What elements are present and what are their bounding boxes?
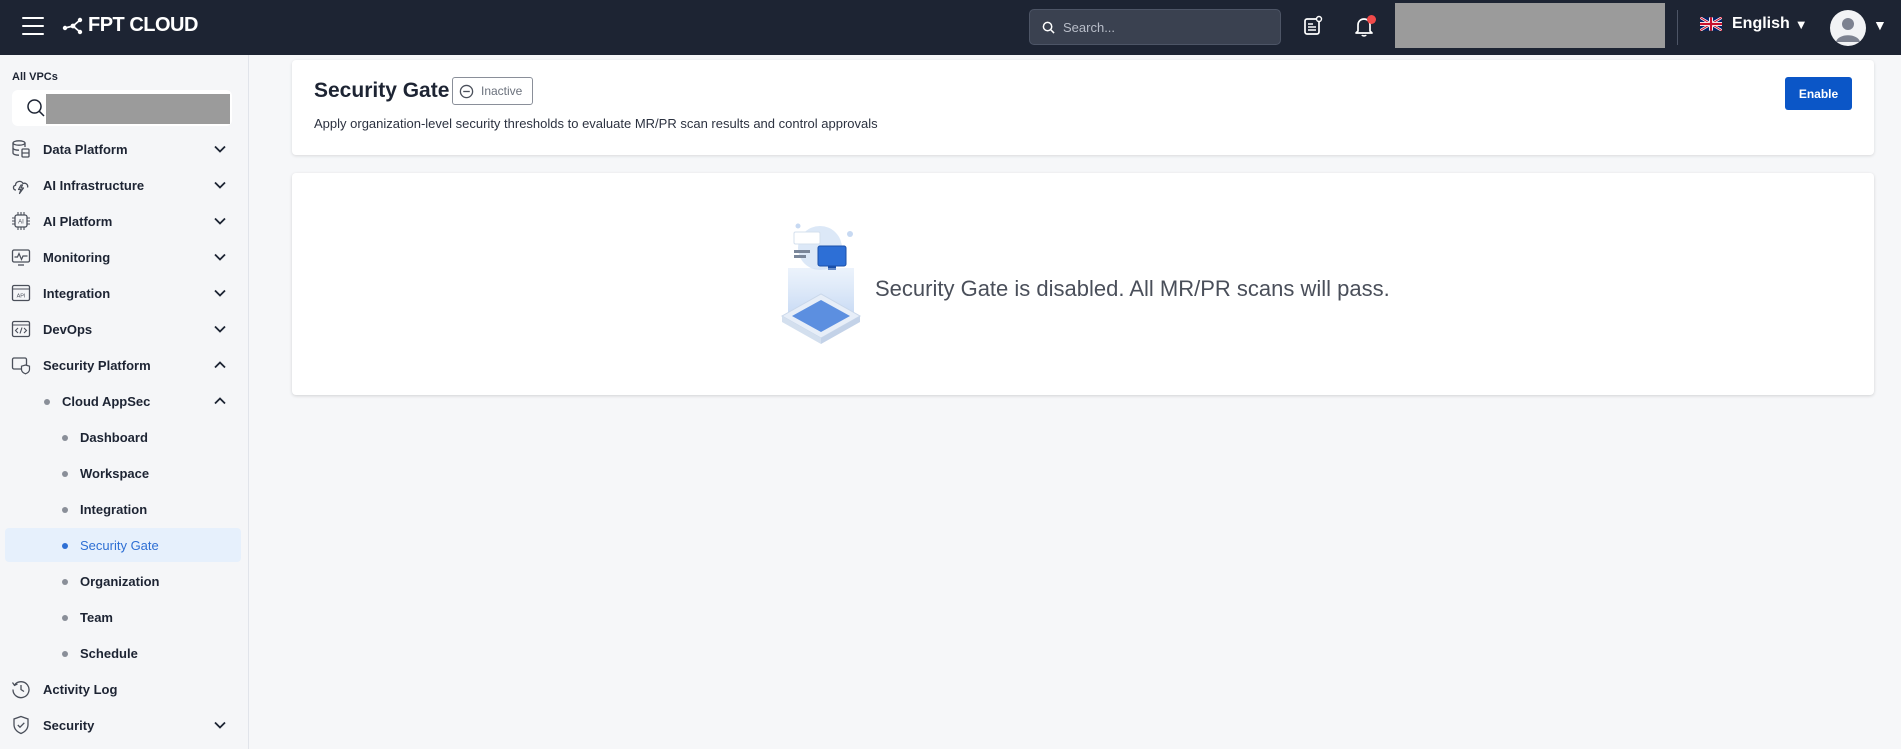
sidebar-item-label: Cloud AppSec bbox=[62, 393, 151, 409]
sidebar-item-label: DevOps bbox=[43, 321, 93, 337]
sidebar-subitem-organization[interactable]: Organization bbox=[5, 564, 241, 598]
sidebar-item-security-platform[interactable]: Security Platform bbox=[5, 348, 241, 382]
clock-icon bbox=[12, 681, 30, 699]
sidebar-item-cloud-appsec[interactable]: Cloud AppSec bbox=[5, 384, 241, 418]
logo-mark-icon bbox=[62, 17, 83, 34]
sidebar-item-label: Workspace bbox=[80, 465, 150, 481]
sidebar-item-ai-infrastructure[interactable]: AI Infrastructure bbox=[5, 168, 241, 202]
chevron-down-icon bbox=[214, 721, 226, 729]
database-icon bbox=[12, 140, 30, 158]
chevron-down-icon bbox=[214, 325, 226, 333]
sidebar-item-integration[interactable]: API Integration bbox=[5, 276, 241, 310]
sidebar-item-security[interactable]: Security bbox=[5, 708, 241, 742]
sidebar-item-label: AI Infrastructure bbox=[43, 177, 145, 193]
status-badge-label: Inactive bbox=[481, 84, 523, 98]
caret-down-icon: ▼ bbox=[1794, 16, 1808, 32]
news-icon[interactable] bbox=[1301, 14, 1327, 40]
disabled-gate-illustration bbox=[780, 223, 862, 344]
search-icon bbox=[27, 99, 45, 117]
bullet-dot bbox=[44, 399, 50, 405]
avatar-caret-down-icon[interactable]: ▼ bbox=[1873, 17, 1887, 33]
page-title: Security Gate bbox=[314, 79, 450, 102]
status-badge: Inactive bbox=[452, 77, 534, 105]
sidebar-subitem-schedule[interactable]: Schedule bbox=[5, 636, 241, 670]
svg-text:AI: AI bbox=[18, 220, 24, 226]
sidebar-item-label: Security bbox=[43, 717, 95, 733]
empty-state-card: Security Gate is disabled. All MR/PR sca… bbox=[292, 173, 1874, 395]
enable-button[interactable]: Enable bbox=[1785, 77, 1852, 110]
sidebar-item-monitoring[interactable]: Monitoring bbox=[5, 240, 241, 274]
page-header-card: Security Gate Inactive Apply organizatio… bbox=[292, 60, 1874, 155]
chevron-up-icon bbox=[214, 397, 226, 405]
sidebar-item-data-platform[interactable]: Data Platform bbox=[5, 132, 241, 166]
redacted-account-area bbox=[1395, 3, 1665, 48]
svg-text:API: API bbox=[17, 294, 26, 300]
global-search[interactable] bbox=[1029, 9, 1281, 45]
chevron-down-icon bbox=[214, 181, 226, 189]
cloud-bolt-icon bbox=[12, 180, 29, 195]
sidebar-item-label: AI Platform bbox=[43, 213, 113, 229]
api-icon: API bbox=[11, 284, 31, 302]
sidebar-item-label: Integration bbox=[80, 501, 148, 517]
bullet-dot bbox=[62, 543, 68, 549]
user-icon bbox=[1836, 18, 1860, 42]
code-window-icon bbox=[11, 320, 31, 338]
sidebar-item-activity-log[interactable]: Activity Log bbox=[5, 672, 241, 706]
bullet-dot bbox=[62, 471, 68, 477]
bullet-dot bbox=[62, 615, 68, 621]
bullet-dot bbox=[62, 435, 68, 441]
sidebar-item-devops[interactable]: DevOps bbox=[5, 312, 241, 346]
chevron-down-icon bbox=[214, 145, 226, 153]
empty-state-message: Security Gate is disabled. All MR/PR sca… bbox=[875, 276, 1390, 301]
monitor-pulse-icon bbox=[11, 249, 31, 266]
uk-flag-icon bbox=[1700, 17, 1722, 31]
sidebar-item-label: Security Gate bbox=[80, 537, 159, 553]
sidebar-item-label: Security Platform bbox=[43, 357, 151, 373]
page-description: Apply organization-level security thresh… bbox=[314, 116, 878, 131]
bullet-dot bbox=[62, 579, 68, 585]
chevron-down-icon bbox=[214, 217, 226, 225]
sidebar-item-label: Schedule bbox=[80, 645, 138, 661]
top-bar: FPT CLOUD Eng bbox=[0, 0, 1901, 55]
hamburger-menu-icon[interactable] bbox=[22, 17, 44, 37]
user-avatar[interactable] bbox=[1830, 10, 1866, 46]
vpc-label: All VPCs bbox=[12, 71, 58, 83]
notification-dot bbox=[1367, 15, 1376, 24]
sidebar-subitem-dashboard[interactable]: Dashboard bbox=[5, 420, 241, 454]
search-input[interactable] bbox=[1063, 19, 1263, 35]
search-icon bbox=[1042, 21, 1055, 34]
logo-text: FPT CLOUD bbox=[88, 14, 198, 36]
bullet-dot bbox=[62, 651, 68, 657]
sidebar-subitem-team[interactable]: Team bbox=[5, 600, 241, 634]
language-selector[interactable]: English ▼ bbox=[1700, 15, 1808, 33]
shield-check-icon bbox=[13, 715, 29, 735]
sidebar-item-label: Dashboard bbox=[80, 429, 148, 445]
sidebar-item-label: Organization bbox=[80, 573, 160, 589]
sidebar-subitem-integration[interactable]: Integration bbox=[5, 492, 241, 526]
sidebar-item-label: Monitoring bbox=[43, 249, 111, 265]
chevron-up-icon bbox=[214, 361, 226, 369]
redacted-vpc-name bbox=[46, 94, 230, 124]
shield-window-icon bbox=[11, 357, 31, 375]
notification-bell-icon[interactable] bbox=[1352, 14, 1378, 40]
fpt-cloud-logo[interactable]: FPT CLOUD bbox=[62, 14, 198, 37]
sidebar-item-ai-platform[interactable]: AI AI Platform bbox=[5, 204, 241, 238]
chevron-down-icon bbox=[214, 253, 226, 261]
ai-chip-icon: AI bbox=[12, 212, 30, 230]
chevron-down-icon bbox=[214, 289, 226, 297]
sidebar-subitem-workspace[interactable]: Workspace bbox=[5, 456, 241, 490]
vpc-selector[interactable] bbox=[12, 90, 232, 126]
language-label: English bbox=[1732, 15, 1790, 32]
sidebar-item-label: Integration bbox=[43, 285, 111, 301]
sidebar-item-label: Team bbox=[80, 609, 113, 625]
topbar-divider bbox=[1677, 10, 1678, 45]
sidebar-subitem-security-gate[interactable]: Security Gate bbox=[5, 528, 241, 562]
sidebar-item-label: Data Platform bbox=[43, 141, 128, 157]
bullet-dot bbox=[62, 507, 68, 513]
sidebar: All VPCs Data Platform AI Infrastructure bbox=[0, 55, 249, 749]
minus-circle-icon bbox=[459, 84, 474, 98]
sidebar-item-label: Activity Log bbox=[43, 681, 118, 697]
